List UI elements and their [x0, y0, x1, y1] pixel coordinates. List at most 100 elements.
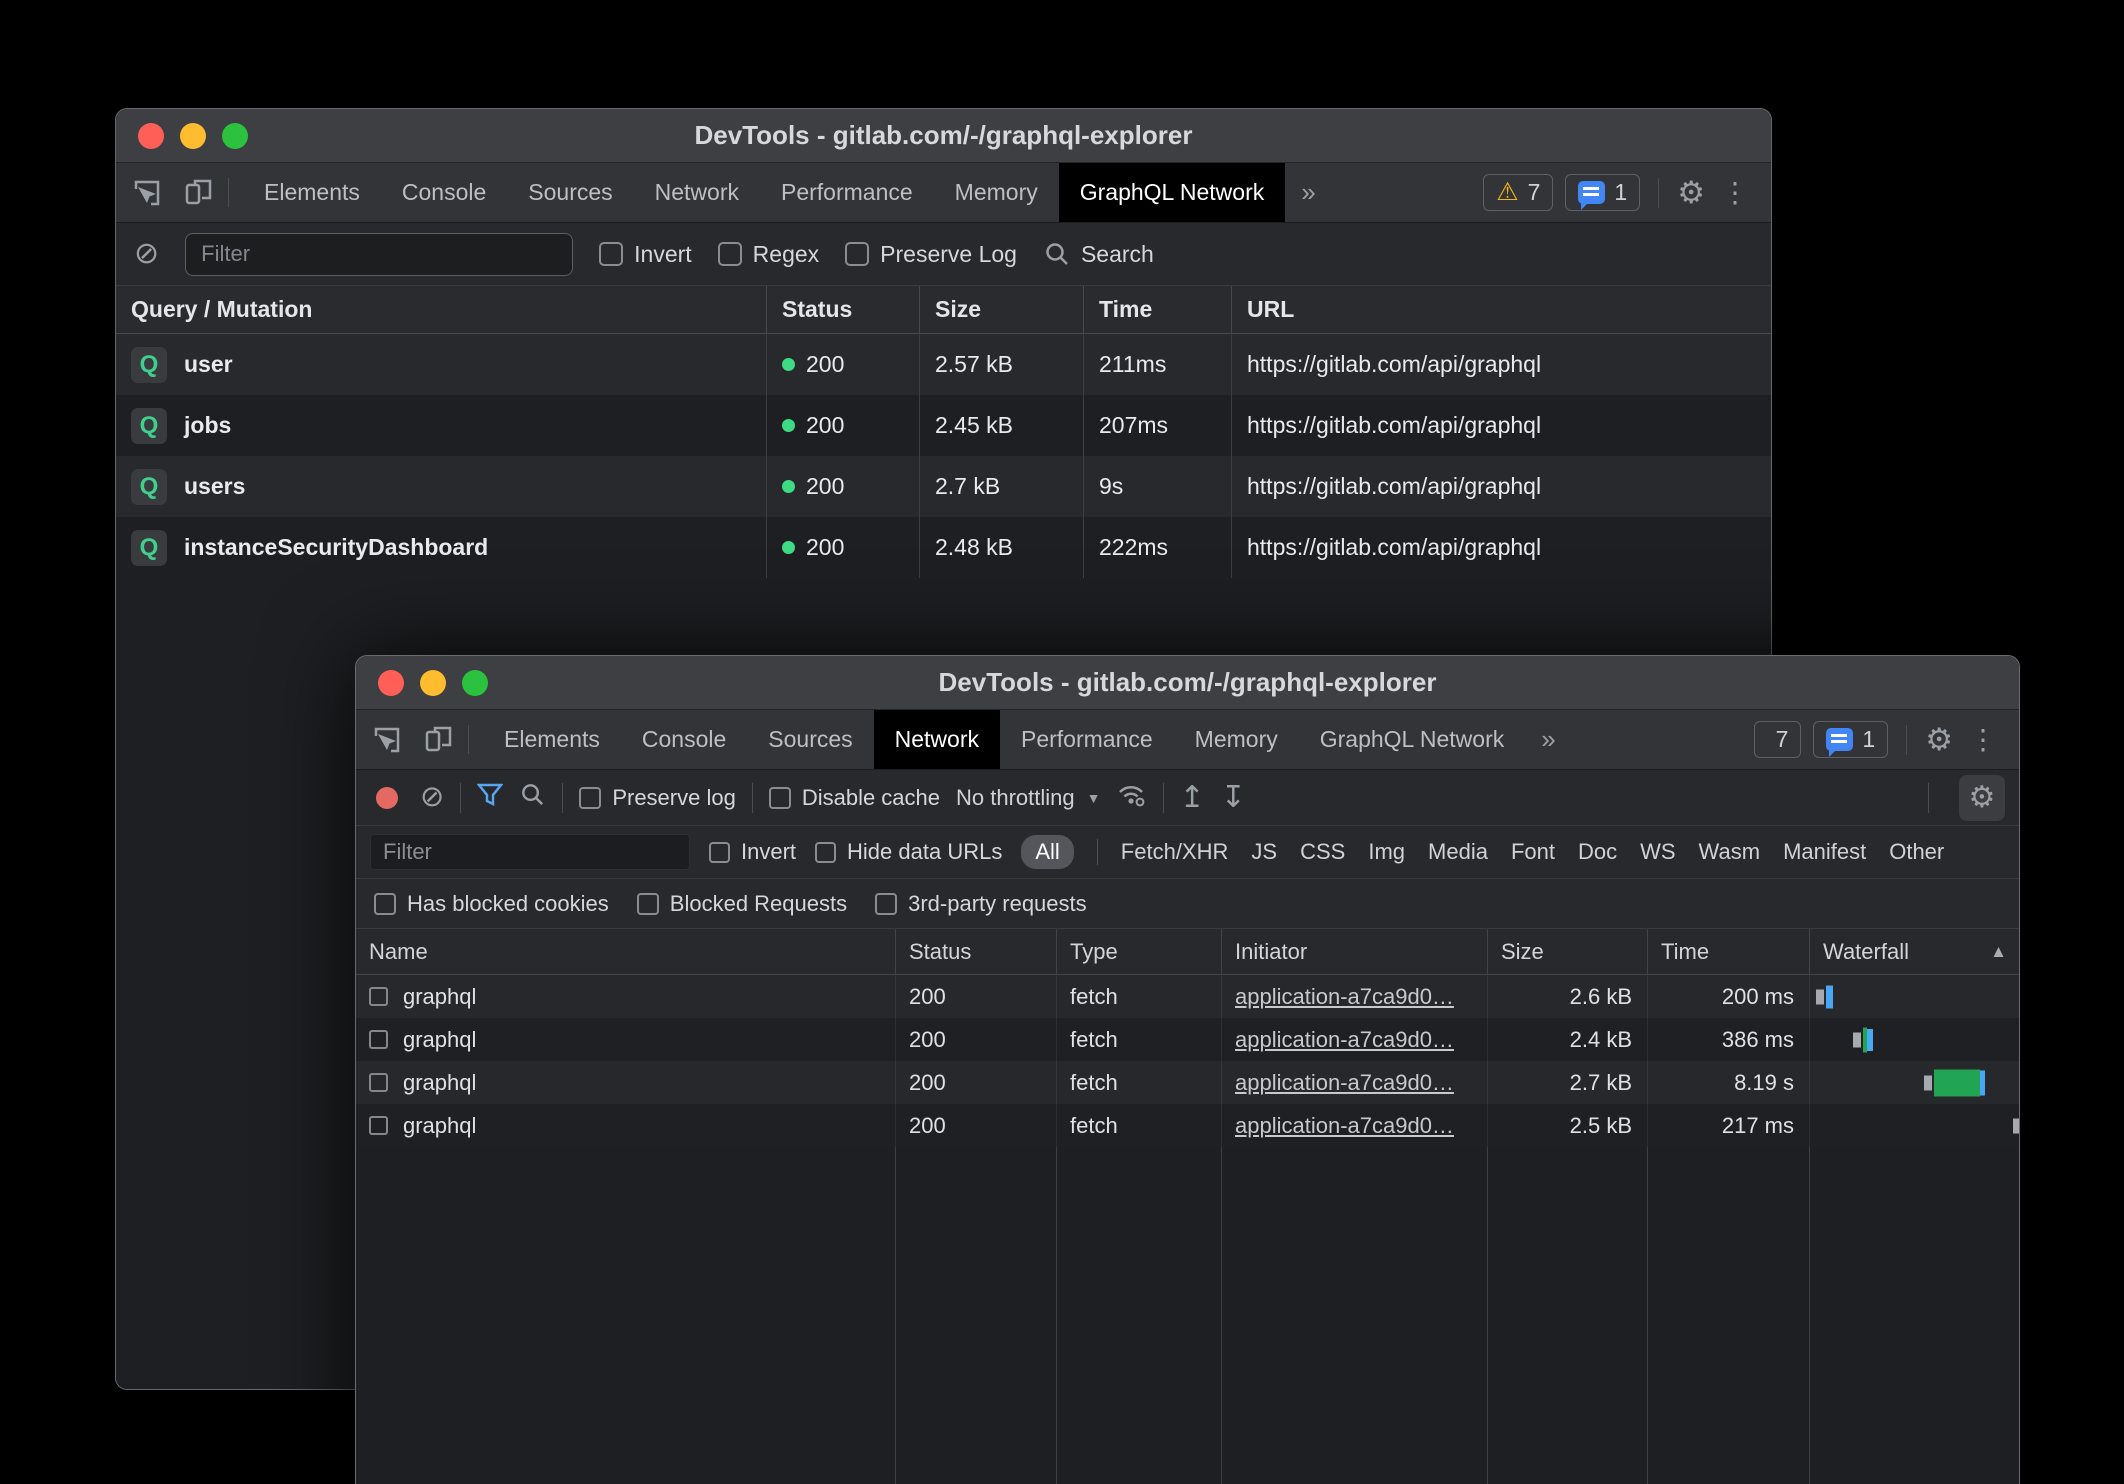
row-checkbox[interactable] [369, 1073, 388, 1092]
checkbox[interactable] [769, 787, 791, 809]
request-type-media[interactable]: Media [1428, 839, 1488, 865]
zoom-window-button[interactable] [462, 670, 488, 696]
request-row[interactable]: graphql 200 fetch application-a7ca9d0… 2… [356, 1018, 2019, 1061]
column-header-waterfall[interactable]: Waterfall ▲ [1810, 929, 2019, 974]
hide-data-urls-checkbox[interactable]: Hide data URLs [815, 839, 1002, 865]
clear-network-log-icon[interactable]: ⊘ [420, 783, 444, 812]
request-type-font[interactable]: Font [1511, 839, 1555, 865]
request-type-manifest[interactable]: Manifest [1783, 839, 1866, 865]
checkbox[interactable] [845, 242, 869, 266]
network-settings-button[interactable]: ⚙ [1959, 775, 2005, 821]
request-type-ws[interactable]: WS [1640, 839, 1675, 865]
table-row[interactable]: Qjobs 200 2.45 kB 207ms https://gitlab.c… [116, 395, 1771, 456]
third-party-requests-checkbox[interactable]: 3rd-party requests [875, 891, 1087, 917]
sort-ascending-icon[interactable]: ▲ [1990, 942, 2019, 962]
tab-performance[interactable]: Performance [1000, 710, 1174, 769]
warnings-badge[interactable]: ⚠ 7 [1483, 174, 1553, 211]
tab-console[interactable]: Console [621, 710, 747, 769]
device-toolbar-icon[interactable] [183, 177, 214, 208]
filter-input[interactable] [370, 834, 690, 870]
checkbox[interactable] [637, 893, 659, 915]
initiator-link[interactable]: application-a7ca9d0… [1235, 1113, 1454, 1139]
tab-performance[interactable]: Performance [760, 163, 934, 222]
request-row[interactable]: graphql 200 fetch application-a7ca9d0… 2… [356, 1104, 2019, 1147]
tab-graphql-network[interactable]: GraphQL Network [1059, 163, 1286, 222]
request-type-fetch-xhr[interactable]: Fetch/XHR [1121, 839, 1229, 865]
checkbox[interactable] [709, 842, 730, 863]
request-row[interactable]: graphql 200 fetch application-a7ca9d0… 2… [356, 975, 2019, 1018]
tab-memory[interactable]: Memory [1174, 710, 1299, 769]
column-header-status[interactable]: Status [767, 286, 920, 333]
column-header-initiator[interactable]: Initiator [1222, 929, 1488, 974]
column-header-query-mutation[interactable]: Query / Mutation [116, 286, 767, 333]
request-type-doc[interactable]: Doc [1578, 839, 1617, 865]
checkbox[interactable] [599, 242, 623, 266]
filter-funnel-icon[interactable] [477, 782, 503, 814]
regex-checkbox[interactable]: Regex [718, 241, 819, 268]
tab-network[interactable]: Network [634, 163, 760, 222]
column-header-time[interactable]: Time [1084, 286, 1232, 333]
checkbox[interactable] [875, 893, 897, 915]
table-row[interactable]: Quser 200 2.57 kB 211ms https://gitlab.c… [116, 334, 1771, 395]
blocked-requests-checkbox[interactable]: Blocked Requests [637, 891, 847, 917]
issues-badge[interactable]: 1 [1813, 721, 1888, 758]
invert-checkbox[interactable]: Invert [709, 839, 796, 865]
more-options-icon[interactable]: ⋮ [1965, 723, 2001, 756]
invert-checkbox[interactable]: Invert [599, 241, 692, 268]
search-button[interactable]: Search [1043, 240, 1154, 268]
more-tabs-icon[interactable]: » [1285, 163, 1331, 222]
request-type-css[interactable]: CSS [1300, 839, 1345, 865]
has-blocked-cookies-checkbox[interactable]: Has blocked cookies [374, 891, 609, 917]
request-type-wasm[interactable]: Wasm [1699, 839, 1761, 865]
more-options-icon[interactable]: ⋮ [1717, 176, 1753, 209]
tab-network[interactable]: Network [874, 710, 1000, 769]
tab-elements[interactable]: Elements [483, 710, 621, 769]
checkbox[interactable] [579, 787, 601, 809]
initiator-link[interactable]: application-a7ca9d0… [1235, 1027, 1454, 1053]
minimize-window-button[interactable] [180, 123, 206, 149]
preserve-log-checkbox[interactable]: Preserve Log [845, 241, 1017, 268]
close-window-button[interactable] [138, 123, 164, 149]
column-header-size[interactable]: Size [1488, 929, 1648, 974]
table-row[interactable]: Qusers 200 2.7 kB 9s https://gitlab.com/… [116, 456, 1771, 517]
initiator-link[interactable]: application-a7ca9d0… [1235, 1070, 1454, 1096]
inspect-element-icon[interactable] [372, 724, 403, 755]
column-header-url[interactable]: URL [1232, 286, 1771, 333]
request-row[interactable]: graphql 200 fetch application-a7ca9d0… 2… [356, 1061, 2019, 1104]
zoom-window-button[interactable] [222, 123, 248, 149]
tab-console[interactable]: Console [381, 163, 507, 222]
request-type-img[interactable]: Img [1368, 839, 1405, 865]
column-header-size[interactable]: Size [920, 286, 1084, 333]
column-header-status[interactable]: Status [896, 929, 1057, 974]
request-type-other[interactable]: Other [1889, 839, 1944, 865]
warnings-badge[interactable]: 7 [1754, 721, 1802, 758]
tab-sources[interactable]: Sources [747, 710, 873, 769]
inspect-element-icon[interactable] [132, 177, 163, 208]
disable-cache-checkbox[interactable]: Disable cache [769, 785, 940, 811]
column-header-name[interactable]: Name [356, 929, 896, 974]
row-checkbox[interactable] [369, 987, 388, 1006]
more-tabs-icon[interactable]: » [1525, 710, 1571, 769]
row-checkbox[interactable] [369, 1030, 388, 1049]
row-checkbox[interactable] [369, 1116, 388, 1135]
checkbox[interactable] [374, 893, 396, 915]
record-network-log-icon[interactable] [376, 787, 398, 809]
minimize-window-button[interactable] [420, 670, 446, 696]
initiator-link[interactable]: application-a7ca9d0… [1235, 984, 1454, 1010]
request-type-js[interactable]: JS [1251, 839, 1277, 865]
tab-graphql-network[interactable]: GraphQL Network [1299, 710, 1526, 769]
preserve-log-checkbox[interactable]: Preserve log [579, 785, 736, 811]
checkbox[interactable] [718, 242, 742, 266]
throttling-select[interactable]: No throttling ▼ [956, 785, 1100, 811]
tab-sources[interactable]: Sources [507, 163, 633, 222]
table-row[interactable]: QinstanceSecurityDashboard 200 2.48 kB 2… [116, 517, 1771, 578]
tab-memory[interactable]: Memory [934, 163, 1059, 222]
network-conditions-icon[interactable] [1117, 781, 1147, 815]
issues-badge[interactable]: 1 [1565, 174, 1640, 211]
column-header-type[interactable]: Type [1057, 929, 1222, 974]
clear-icon[interactable]: ⊘ [134, 239, 159, 269]
column-header-time[interactable]: Time [1648, 929, 1810, 974]
import-har-icon[interactable]: ↥ [1180, 783, 1205, 813]
titlebar[interactable]: DevTools - gitlab.com/-/graphql-explorer [116, 109, 1771, 163]
checkbox[interactable] [815, 842, 836, 863]
